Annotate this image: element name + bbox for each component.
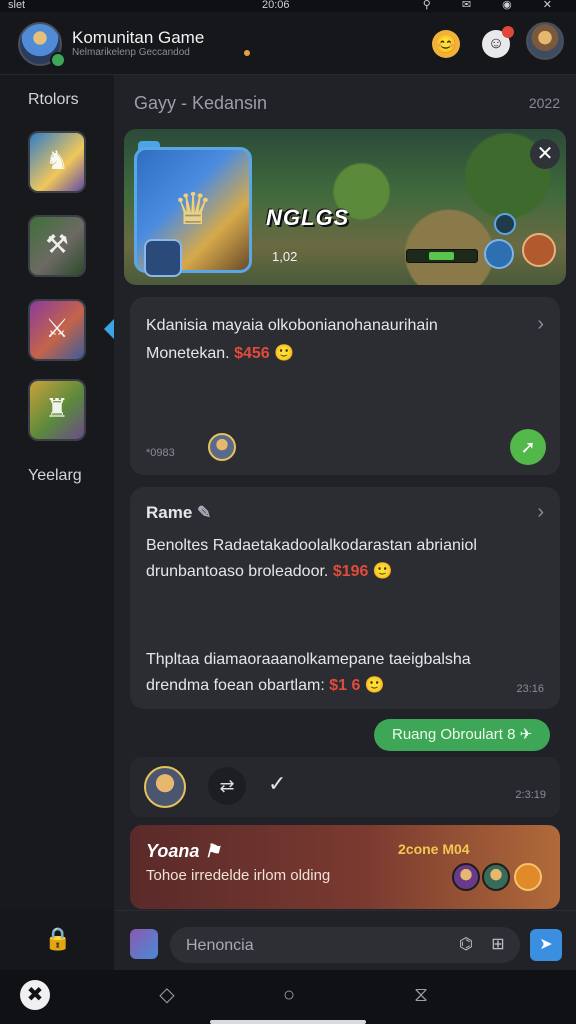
price-tag: $196 bbox=[332, 563, 369, 580]
chevron-right-icon[interactable]: › bbox=[537, 313, 544, 336]
channel-title: Gayy - Kedansin bbox=[134, 93, 268, 113]
notification-badge bbox=[502, 26, 514, 38]
camera-icon[interactable]: ⌬ bbox=[456, 935, 476, 955]
price-tag: $1 6 bbox=[329, 677, 361, 694]
skill-2-icon bbox=[522, 233, 556, 267]
send-arrow-button[interactable]: ➚ bbox=[510, 429, 546, 465]
profile-avatar[interactable] bbox=[526, 22, 564, 60]
message-input[interactable] bbox=[184, 927, 438, 965]
message-card[interactable]: Rame ✎ › Benoltes Radaetakadoolalkodaras… bbox=[130, 487, 560, 709]
member-avatar[interactable] bbox=[452, 863, 480, 891]
smile-emoji-icon: 🙂 bbox=[274, 345, 295, 362]
message-line: Monetekan. $456 🙂 bbox=[146, 343, 294, 363]
check-icon[interactable]: ✓ bbox=[268, 771, 286, 797]
game-banner[interactable]: ♛ NGLGS 1,02 ✕ bbox=[124, 129, 566, 285]
message-line: drendma foean obartlam: $1 6 🙂 bbox=[146, 675, 385, 695]
bottom-navigation: ✖ ◇ ○ ⧖ bbox=[0, 970, 576, 1024]
hero-badge bbox=[144, 239, 182, 277]
message-line: Benoltes Radaetakadoolalkodarastan abria… bbox=[146, 537, 477, 554]
bookmark-icon[interactable]: ⧖ bbox=[406, 980, 436, 1010]
member-avatar[interactable] bbox=[482, 863, 510, 891]
orange-badge-icon[interactable] bbox=[514, 863, 542, 891]
page-subtitle: Nelmarikelenp Geccandod bbox=[72, 47, 190, 58]
status-dot bbox=[244, 50, 250, 56]
signal-label: slet bbox=[8, 0, 26, 11]
lock-icon[interactable]: 🔒 bbox=[44, 926, 71, 952]
room-chip-button[interactable]: Ruang Obroulart 8 ✈ bbox=[374, 719, 551, 751]
flag-icon: ⚑ bbox=[204, 841, 221, 861]
chat-main: Gayy - Kedansin 2022 ♛ NGLGS 1,02 ✕ Kdan… bbox=[114, 75, 576, 910]
promo-subtitle: Tohoe irredelde irlom olding bbox=[146, 867, 331, 884]
page-title: Komunitan Game bbox=[72, 28, 205, 47]
sidebar-item-game-1[interactable]: ♞ bbox=[28, 131, 86, 193]
knight-icon: ♞ bbox=[45, 145, 69, 175]
swap-icon[interactable]: ⇄ bbox=[208, 767, 246, 805]
close-icon[interactable]: ✕ bbox=[530, 139, 560, 169]
message-composer: ⌬ ⊞ ➤ bbox=[114, 910, 576, 971]
promo-title: Yoana ⚑ bbox=[146, 841, 221, 862]
sidebar-item-game-2[interactable]: ⚒ bbox=[28, 215, 86, 277]
chevron-right-icon[interactable]: › bbox=[537, 501, 544, 524]
status-icons: ⚲ ✉ ◉ ✕ bbox=[422, 0, 566, 11]
message-text: drendma foean obartlam: bbox=[146, 677, 325, 694]
sender-name-text: Rame bbox=[146, 503, 193, 522]
status-time: 20:06 bbox=[262, 0, 290, 11]
message-text: drunbantoaso broleadoor. bbox=[146, 563, 329, 580]
hero-helmet-icon: ♛ bbox=[173, 185, 213, 234]
sidebar-title: Rtolors bbox=[28, 91, 79, 108]
game-sidebar: Rtolors ♞ ⚒ ⚔ ♜ Yeelarg bbox=[0, 75, 116, 910]
banner-logo: NGLGS bbox=[266, 205, 350, 230]
send-button[interactable]: ➤ bbox=[530, 929, 562, 961]
skill-1-icon bbox=[484, 239, 514, 269]
chat-icon[interactable]: ◇ bbox=[152, 980, 182, 1010]
warrior-icon: ⚔ bbox=[45, 313, 69, 343]
composer-avatar[interactable] bbox=[130, 929, 158, 959]
gesture-handle[interactable] bbox=[210, 1020, 366, 1024]
app-home-icon[interactable]: ✖ bbox=[20, 980, 50, 1010]
message-card[interactable]: Kdanisia mayaia olkobonianohanaurihain M… bbox=[130, 297, 560, 475]
health-bar bbox=[406, 249, 478, 263]
sidebar-item-game-4[interactable]: ♜ bbox=[28, 379, 86, 441]
message-field: ⌬ ⊞ bbox=[170, 927, 520, 965]
gif-icon[interactable]: ⊞ bbox=[488, 935, 508, 955]
home-circle-icon[interactable]: ○ bbox=[274, 980, 304, 1010]
channel-year: 2022 bbox=[528, 95, 560, 111]
sidebar-bottom: 🔒 bbox=[0, 910, 114, 970]
online-indicator bbox=[50, 52, 66, 68]
status-bar: slet 20:06 ⚲ ✉ ◉ ✕ bbox=[0, 0, 576, 12]
promo-title-text: Yoana bbox=[146, 841, 200, 861]
promo-card[interactable]: Yoana ⚑ Tohoe irredelde irlom olding 2co… bbox=[130, 825, 560, 909]
skill-small-icon bbox=[494, 213, 516, 235]
sidebar-footer-label[interactable]: Yeelarg bbox=[28, 467, 82, 485]
sender-name: Rame ✎ bbox=[146, 503, 211, 523]
action-time: 2:3:19 bbox=[515, 789, 546, 801]
message-line: Kdanisia mayaia olkobonianohanaurihain bbox=[146, 317, 438, 334]
banner-score: 1,02 bbox=[272, 249, 298, 264]
price-tag: $456 bbox=[234, 345, 270, 362]
sender-avatar[interactable] bbox=[208, 433, 236, 461]
hammer-icon: ⚒ bbox=[45, 229, 69, 259]
message-time: *0983 bbox=[146, 447, 175, 459]
app-header: Komunitan Game Nelmarikelenp Geccandod 😊… bbox=[0, 12, 576, 75]
message-time: 23:16 bbox=[516, 683, 544, 695]
pin-icon: ✎ bbox=[197, 503, 212, 522]
sidebar-item-game-3[interactable]: ⚔ bbox=[28, 299, 86, 361]
promo-badge: 2cone M04 bbox=[398, 841, 470, 857]
message-line: Thpltaa diamaoraaanolkamepane taeigbalsh… bbox=[146, 651, 471, 668]
message-text: Monetekan. bbox=[146, 345, 230, 362]
smile-emoji-icon: 🙂 bbox=[372, 563, 393, 580]
user-avatar[interactable] bbox=[144, 766, 186, 808]
mech-icon: ♜ bbox=[45, 393, 69, 423]
health-bar-fill bbox=[429, 252, 454, 260]
smile-emoji-icon: 🙂 bbox=[364, 677, 385, 694]
action-row: ⇄ ✓ 2:3:19 bbox=[130, 757, 560, 817]
reaction-emoji-icon[interactable]: 😊 bbox=[432, 30, 460, 58]
message-line: drunbantoaso broleadoor. $196 🙂 bbox=[146, 561, 393, 581]
